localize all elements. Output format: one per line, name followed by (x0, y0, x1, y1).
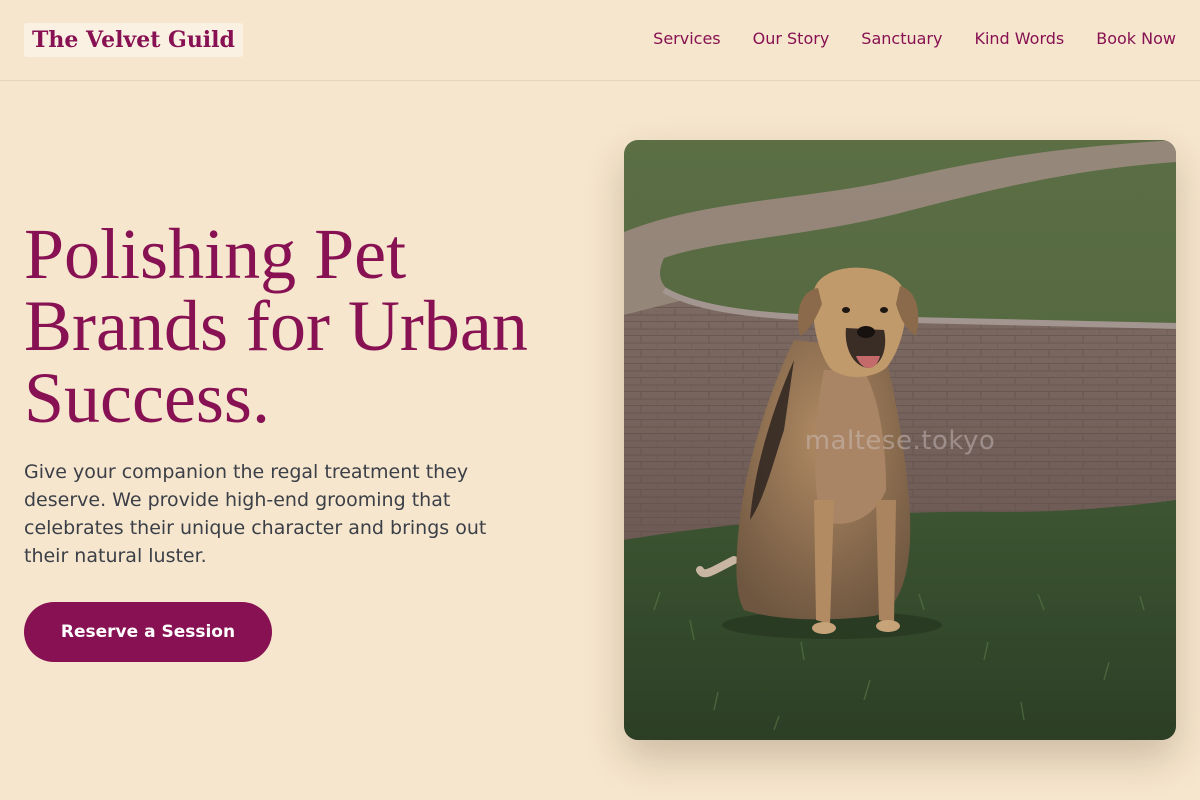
main-nav: Services Our Story Sanctuary Kind Words … (653, 29, 1176, 49)
nav-link-our-story[interactable]: Our Story (753, 29, 830, 49)
brand-logo[interactable]: The Velvet Guild (24, 23, 243, 57)
hero-dog-photo: maltese.tokyo (624, 140, 1176, 740)
hero-description: Give your companion the regal treatment … (24, 461, 487, 567)
reserve-session-button[interactable]: Reserve a Session (24, 602, 272, 662)
nav-link-sanctuary[interactable]: Sanctuary (861, 29, 942, 49)
nav-link-kind-words[interactable]: Kind Words (974, 29, 1064, 49)
image-watermark: maltese.tokyo (804, 426, 996, 456)
nav-link-services[interactable]: Services (653, 29, 720, 49)
site-header: The Velvet Guild Services Our Story Sanc… (0, 0, 1200, 81)
nav-link-book-now[interactable]: Book Now (1096, 29, 1176, 49)
hero-headline: Polishing Pet Brands for Urban Success. (24, 214, 528, 438)
